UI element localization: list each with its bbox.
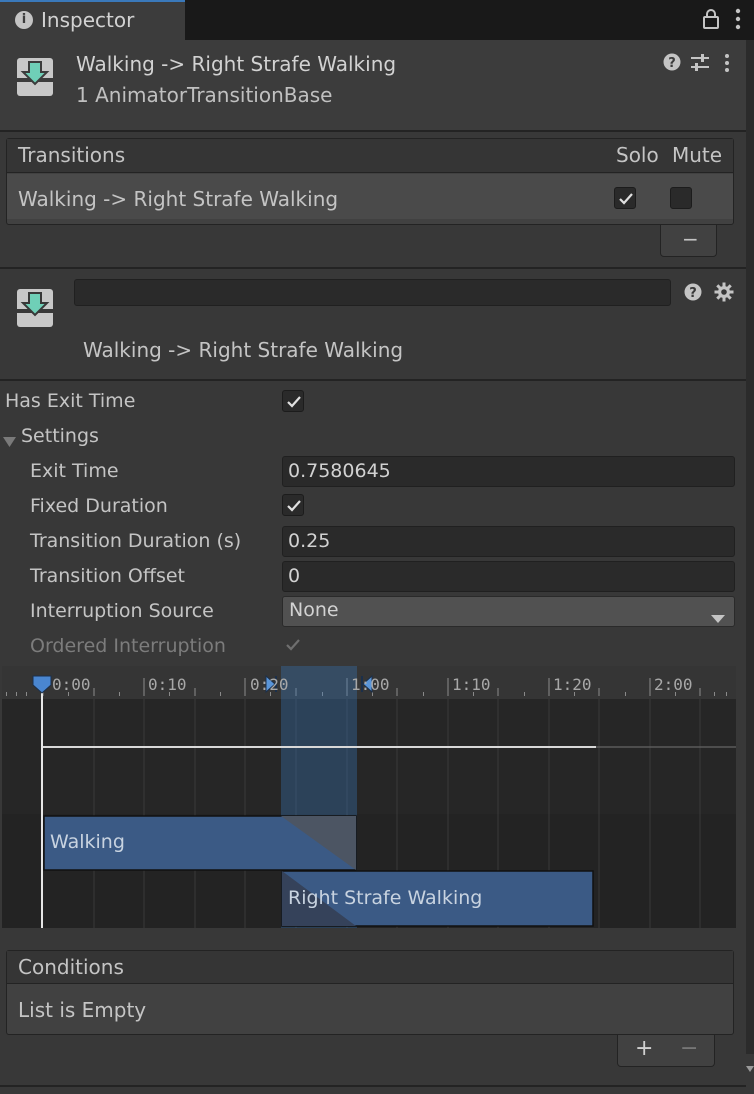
tick-label: 0:10 <box>148 675 187 694</box>
tick-label: 1:00 <box>351 675 390 694</box>
mute-column-label: Mute <box>672 143 723 167</box>
ordered-interruption-checkbox <box>282 634 304 661</box>
transition-offset-label: Transition Offset <box>30 565 186 587</box>
tick-label: 2:00 <box>654 675 693 694</box>
lock-icon[interactable] <box>702 9 720 34</box>
mute-checkbox[interactable] <box>670 187 692 209</box>
help-icon[interactable]: ? <box>663 53 681 76</box>
fixed-duration-label: Fixed Duration <box>30 495 168 517</box>
tab-inspector[interactable]: i Inspector <box>0 0 185 40</box>
destination-clip-bar[interactable] <box>281 871 594 928</box>
transition-label: Walking -> Right Strafe Walking <box>83 338 404 362</box>
svg-text:?: ? <box>668 56 676 71</box>
conditions-header-label: Conditions <box>18 955 124 979</box>
settings-foldout-icon[interactable] <box>3 431 17 453</box>
divider <box>0 1085 746 1087</box>
interruption-source-dropdown[interactable]: None <box>282 596 735 627</box>
scrollbar[interactable] <box>746 40 754 1054</box>
dropdown-arrow-icon <box>711 607 725 629</box>
tick-label: 1:10 <box>452 675 491 694</box>
transition-name-field[interactable] <box>74 279 671 306</box>
transition-duration-label: Transition Duration (s) <box>30 530 242 552</box>
conditions-footer: + − <box>617 1035 715 1067</box>
help-icon[interactable]: ? <box>684 283 702 306</box>
info-icon: i <box>15 11 33 29</box>
gear-icon[interactable] <box>714 282 734 307</box>
has-exit-time-checkbox[interactable] <box>282 390 304 412</box>
transition-row-label: Walking -> Right Strafe Walking <box>18 187 339 211</box>
has-exit-time-label: Has Exit Time <box>5 390 136 412</box>
conditions-empty-label: List is Empty <box>18 998 147 1022</box>
svg-text:?: ? <box>689 286 697 301</box>
divider <box>0 267 746 269</box>
tick-label: 0:20 <box>250 675 289 694</box>
ordered-interruption-label: Ordered Interruption <box>30 635 226 657</box>
header-more-icon[interactable] <box>724 52 730 79</box>
divider <box>0 130 746 132</box>
tick-label: 1:20 <box>553 675 592 694</box>
transition-offset-field[interactable]: 0 <box>282 561 735 592</box>
transition-icon <box>15 56 55 98</box>
tab-label: Inspector <box>41 8 135 32</box>
header-title: Walking -> Right Strafe Walking <box>76 52 397 76</box>
remove-condition-button[interactable]: − <box>680 1036 698 1061</box>
solo-column-label: Solo <box>616 143 659 167</box>
transition-icon-secondary <box>15 287 55 329</box>
exit-time-field[interactable]: 0.7580645 <box>282 456 735 487</box>
add-condition-button[interactable]: + <box>635 1036 653 1061</box>
presets-icon[interactable] <box>690 53 710 78</box>
fixed-duration-checkbox[interactable] <box>282 494 304 516</box>
solo-checkbox[interactable] <box>614 187 636 209</box>
tick-label: 0:00 <box>52 675 91 694</box>
settings-foldout-label[interactable]: Settings <box>21 425 99 447</box>
scroll-down-arrow-icon[interactable] <box>746 1056 754 1078</box>
source-clip-bar[interactable] <box>40 815 356 871</box>
transition-duration-field[interactable]: 0.25 <box>282 526 735 557</box>
more-menu-icon[interactable] <box>735 7 741 36</box>
divider <box>0 379 746 381</box>
exit-time-label: Exit Time <box>30 460 119 482</box>
header-subtitle: 1 AnimatorTransitionBase <box>76 83 333 107</box>
interruption-source-value: None <box>289 599 339 621</box>
remove-transition-button[interactable]: − <box>660 225 717 257</box>
transitions-header-label: Transitions <box>18 143 126 167</box>
interruption-source-label: Interruption Source <box>30 600 214 622</box>
